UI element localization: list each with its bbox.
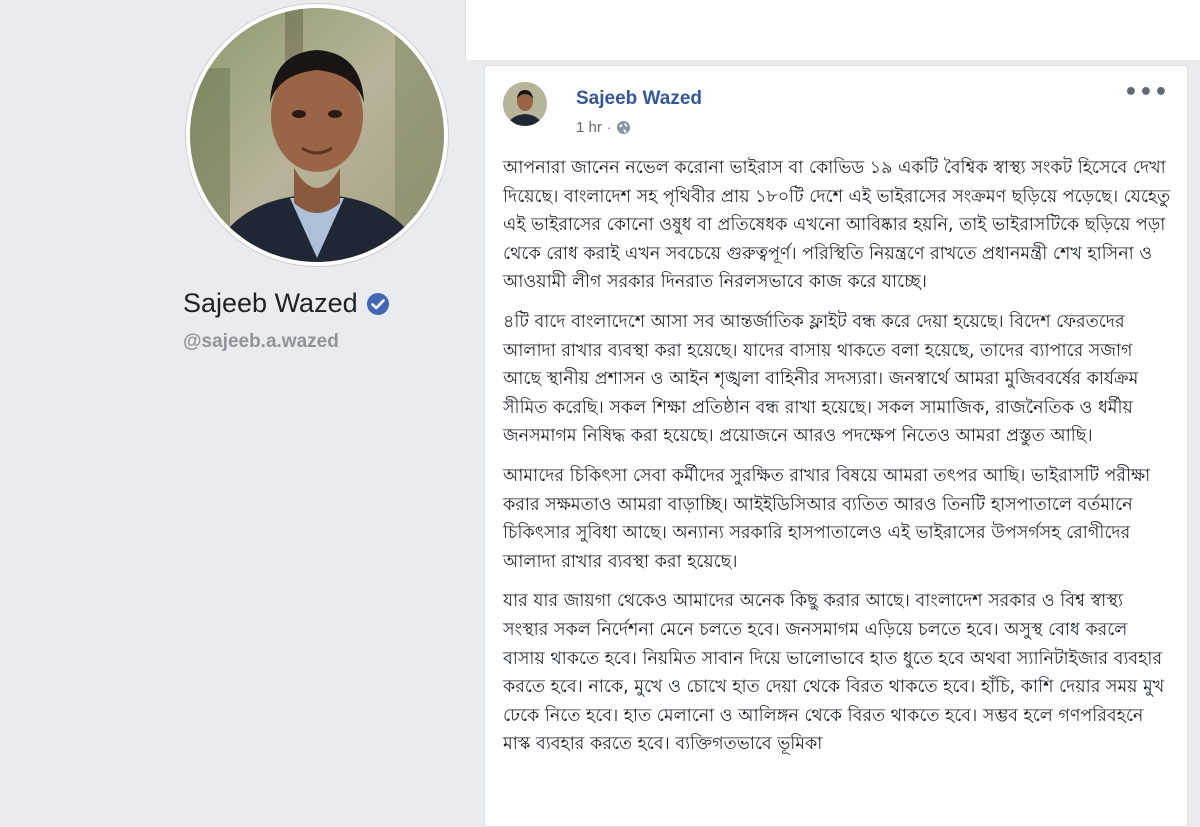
post-paragraph: ৪টি বাদে বাংলাদেশে আসা সব আন্তর্জাতিক ফ্… xyxy=(503,311,1139,447)
avatar-image xyxy=(503,82,547,126)
profile-name: Sajeeb Wazed xyxy=(183,288,390,319)
post-timestamp[interactable]: 1 hr xyxy=(576,119,602,136)
post-card: Sajeeb Wazed 1 hr · ••• আপনারা জানেন নভে… xyxy=(484,65,1188,827)
profile-photo-image xyxy=(190,8,444,262)
post-paragraph: আমাদের চিকিৎসা সেবা কর্মীদের সুরক্ষিত রা… xyxy=(503,465,1151,572)
post-body: আপনারা জানেন নভেল করোনা ভাইরাস বা কোভিড … xyxy=(503,154,1173,770)
post-paragraph: যার যার জায়গা থেকেও আমাদের অনেক কিছু কর… xyxy=(503,591,1165,755)
meta-separator: · xyxy=(606,120,612,135)
post-paragraph: আপনারা জানেন নভেল করোনা ভাইরাস বা কোভিড … xyxy=(503,158,1171,293)
post-author-avatar[interactable] xyxy=(503,82,547,126)
top-header-area xyxy=(465,0,1200,60)
more-options-icon[interactable]: ••• xyxy=(1124,82,1169,104)
post-meta: 1 hr · xyxy=(576,119,631,136)
profile-name-text: Sajeeb Wazed xyxy=(183,288,358,318)
verified-badge-icon xyxy=(366,292,389,315)
profile-username[interactable]: @sajeeb.a.wazed xyxy=(183,331,339,353)
post-author-name[interactable]: Sajeeb Wazed xyxy=(576,88,702,110)
globe-icon[interactable] xyxy=(616,120,631,135)
profile-picture[interactable] xyxy=(186,4,448,266)
